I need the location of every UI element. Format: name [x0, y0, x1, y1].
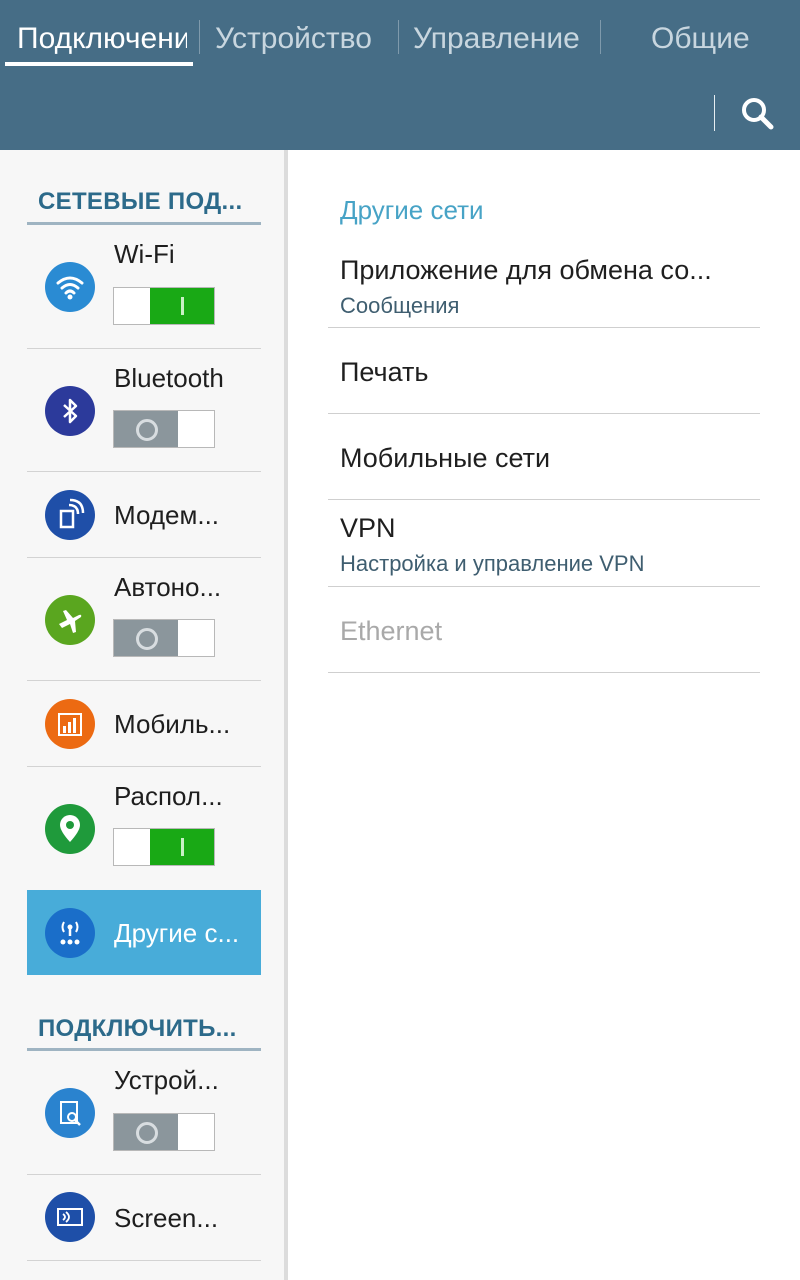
sidebar-item-label: Автоно... [114, 572, 222, 602]
list-item-title: Мобильные сети [340, 443, 551, 473]
sidebar-item-label: Модем... [114, 500, 220, 530]
tab-general[interactable]: Общие [651, 18, 750, 60]
wifi-icon [45, 262, 95, 312]
active-tab-indicator [5, 62, 193, 66]
more-networks-icon [45, 908, 95, 958]
nearby-devices-icon [45, 1088, 95, 1138]
data-usage-icon [45, 699, 95, 749]
list-item-title: Печать [340, 357, 429, 387]
tab-divider [199, 20, 200, 54]
sidebar-item-label: Bluetooth [114, 363, 224, 393]
nearby-devices-toggle[interactable] [113, 1113, 215, 1151]
search-icon [742, 98, 774, 130]
location-toggle[interactable] [113, 828, 215, 866]
list-item-title: VPN [340, 513, 396, 543]
search-button[interactable] [734, 92, 782, 136]
section-header-network: СЕТЕВЫЕ ПОД... [38, 188, 243, 215]
section-header-connect: ПОДКЛЮЧИТЬ... [38, 1015, 237, 1042]
sidebar-item-tethering[interactable]: Модем... [27, 472, 261, 557]
sidebar-item-screen-mirroring[interactable]: Screen... [27, 1175, 261, 1260]
sidebar-item-wifi[interactable]: Wi-Fi [27, 225, 261, 348]
sidebar-item-location[interactable]: Распол... [27, 767, 261, 889]
screen-mirroring-icon [45, 1192, 95, 1242]
tab-device[interactable]: Устройство [215, 18, 372, 60]
bluetooth-icon [45, 386, 95, 436]
sidebar-item-label: Screen... [114, 1203, 219, 1233]
divider [328, 672, 760, 673]
airplane-icon [45, 595, 95, 645]
tab-connections[interactable]: Подключени [17, 18, 187, 60]
search-divider [714, 95, 715, 131]
top-bar: Подключени Устройство Управление Общие [0, 0, 800, 150]
list-item-subtitle: Настройка и управление VPN [340, 551, 645, 576]
sidebar-item-bluetooth[interactable]: Bluetooth [27, 349, 261, 471]
sidebar-item-nearby-devices[interactable]: Устрой... [27, 1051, 261, 1174]
list-item-title: Ethernet [340, 616, 443, 646]
sidebar-item-label: Другие с... [114, 918, 240, 948]
sidebar-item-label: Мобиль... [114, 709, 231, 739]
content-section-header: Другие сети [340, 195, 484, 225]
sidebar-item-label: Распол... [114, 781, 223, 811]
sidebar-item-more-networks[interactable]: Другие с... [27, 890, 261, 975]
sidebar-item-data-usage[interactable]: Мобиль... [27, 681, 261, 766]
tab-divider [600, 20, 601, 54]
sidebar-item-airplane[interactable]: Автоно... [27, 558, 261, 680]
tab-management[interactable]: Управление [413, 18, 580, 60]
sidebar-item-label: Wi-Fi [114, 239, 175, 269]
location-icon [45, 804, 95, 854]
tab-divider [398, 20, 399, 54]
divider [27, 1260, 261, 1261]
sidebar-item-label: Устрой... [114, 1065, 219, 1095]
list-item-subtitle: Сообщения [340, 293, 460, 318]
tethering-icon [45, 490, 95, 540]
airplane-toggle[interactable] [113, 619, 215, 657]
wifi-toggle[interactable] [113, 287, 215, 325]
bluetooth-toggle[interactable] [113, 410, 215, 448]
list-item-title: Приложение для обмена со... [340, 255, 712, 285]
